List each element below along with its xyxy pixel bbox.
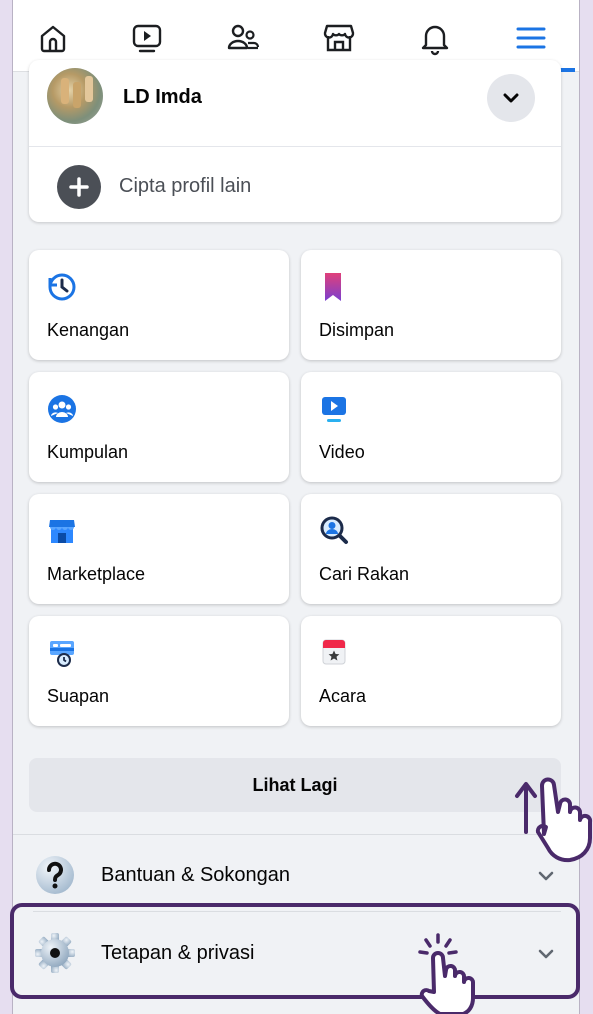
shortcut-label: Kenangan (47, 320, 130, 340)
shortcut-label: Video (319, 442, 365, 462)
shortcut-label: Acara (319, 686, 367, 706)
create-profile-link[interactable]: Cipta profil lain (119, 175, 251, 198)
profile-card: LD Imda Cipta profil lain (29, 60, 561, 222)
row-label: Bantuan & Sokongan (101, 864, 291, 886)
shortcut-find-friends[interactable]: Cari Rakan (301, 494, 561, 604)
shortcut-label: Disimpan (319, 320, 395, 340)
find-friends-icon (320, 516, 348, 544)
menu-icon[interactable] (511, 18, 551, 58)
help-support-row[interactable]: Bantuan & Sokongan (13, 840, 579, 910)
memories-icon (48, 273, 76, 301)
marketplace-icon[interactable] (319, 18, 359, 58)
notifications-icon[interactable] (415, 18, 455, 58)
tap-hand-icon (418, 933, 475, 1014)
scroll-up-hand-icon (515, 777, 593, 863)
shortcut-label: Marketplace (47, 564, 146, 584)
card-divider (29, 146, 561, 147)
chevron-down-icon (538, 871, 554, 881)
groups-icon (48, 395, 76, 423)
avatar[interactable] (47, 68, 103, 124)
shortcut-events[interactable]: Acara (301, 616, 561, 726)
feeds-icon (50, 641, 74, 667)
profile-name[interactable]: LD Imda (123, 86, 202, 109)
shortcut-memories[interactable]: Kenangan (29, 250, 289, 360)
shortcut-saved[interactable]: Disimpan (301, 250, 561, 360)
shortcut-marketplace[interactable]: Marketplace (29, 494, 289, 604)
see-more-button[interactable]: Lihat Lagi (29, 758, 561, 812)
highlight-box (10, 903, 580, 999)
events-icon (322, 639, 346, 665)
saved-icon (325, 273, 341, 301)
video-icon[interactable] (127, 18, 167, 58)
shortcut-video[interactable]: Video (301, 372, 561, 482)
shortcut-label: Kumpulan (47, 442, 129, 462)
shortcut-label: Suapan (47, 686, 110, 706)
help-icon (36, 856, 74, 894)
home-icon[interactable] (33, 18, 73, 58)
shortcut-groups[interactable]: Kumpulan (29, 372, 289, 482)
chevron-down-icon (503, 93, 519, 103)
video-tile-icon (322, 397, 346, 422)
switch-profile-button[interactable] (487, 74, 535, 122)
shortcut-feeds[interactable]: Suapan (29, 616, 289, 726)
phone-screen: LD Imda Cipta profil lain Kenangan Disim… (12, 0, 580, 1014)
shortcut-label: Cari Rakan (319, 564, 410, 584)
section-divider (13, 834, 579, 835)
marketplace-tile-icon (49, 520, 75, 543)
plus-icon[interactable] (57, 165, 101, 209)
friends-icon[interactable] (223, 18, 263, 58)
